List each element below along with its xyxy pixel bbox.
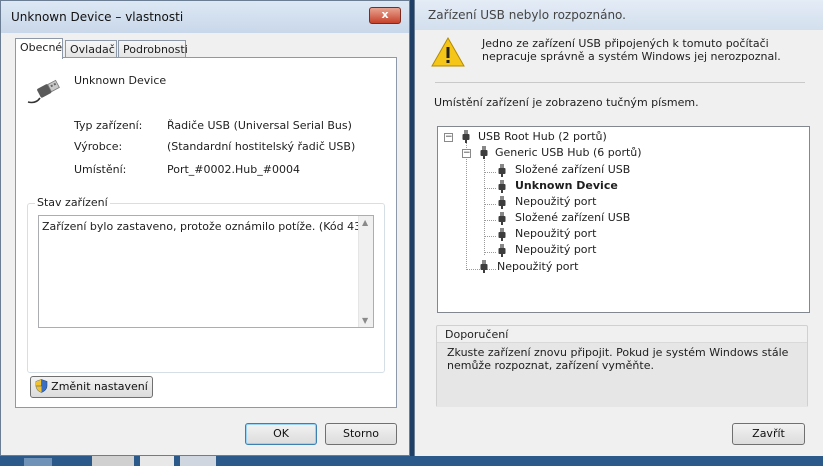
tree-line — [484, 236, 496, 237]
desktop-background — [0, 456, 823, 466]
tree-node-unused-port-1[interactable]: Nepoužitý port — [515, 195, 596, 208]
tree-line — [484, 220, 496, 221]
cancel-button[interactable]: Storno — [325, 423, 397, 445]
prop-value-type: Řadiče USB (Universal Serial Bus) — [167, 119, 352, 132]
title-bar[interactable]: Zařízení USB nebylo rozpoznáno. — [415, 0, 823, 30]
window-title: Unknown Device – vlastnosti — [11, 10, 184, 24]
recommendation-text: Zkuste zařízení znovu připojit. Pokud je… — [447, 346, 789, 372]
prop-value-location: Port_#0002.Hub_#0004 — [167, 163, 300, 176]
tab-details[interactable]: Podrobnosti — [118, 40, 188, 58]
usb-plug-icon — [498, 164, 506, 177]
tree-node-unused-port-2[interactable]: Nepoužitý port — [515, 227, 596, 240]
usb-not-recognized-window: Zařízení USB nebylo rozpoznáno. Jedno ze… — [414, 0, 823, 456]
close-button[interactable]: x — [369, 7, 401, 24]
tree-node-composite-1[interactable]: Složené zařízení USB — [515, 163, 630, 176]
usb-plug-icon — [498, 228, 506, 241]
usb-plug-icon — [498, 180, 506, 193]
tree-node-composite-2[interactable]: Složené zařízení USB — [515, 211, 630, 224]
tree-line — [484, 172, 496, 173]
tree-node-generic-hub[interactable]: Generic USB Hub (6 portů) — [495, 146, 642, 159]
general-panel: Unknown Device Typ zařízení: Řadiče USB … — [15, 57, 397, 408]
status-text: Zařízení bylo zastaveno, protože oznámil… — [42, 220, 366, 233]
collapse-toggle-root-hub[interactable]: − — [444, 133, 453, 142]
tab-driver[interactable]: Ovladač — [65, 40, 117, 58]
taskbar-item[interactable] — [180, 456, 216, 466]
usb-plug-icon — [480, 146, 488, 159]
warning-message: Jedno ze zařízení USB připojených k tomu… — [482, 37, 781, 63]
warning-icon — [431, 36, 465, 67]
usb-plug-icon — [498, 244, 506, 257]
recommendation-caption: Doporučení — [445, 328, 509, 341]
device-name: Unknown Device — [74, 74, 167, 87]
collapse-toggle-generic-hub[interactable]: − — [462, 149, 471, 158]
device-status-group: Stav zařízení Zařízení bylo zastaveno, p… — [27, 196, 385, 373]
separator — [435, 82, 805, 83]
title-bar[interactable]: Unknown Device – vlastnosti x — [1, 1, 409, 33]
tree-node-unused-port-3[interactable]: Nepoužitý port — [515, 243, 596, 256]
usb-plug-icon — [462, 130, 470, 143]
device-status-caption: Stav zařízení — [35, 196, 110, 209]
status-scrollbar[interactable]: ▲ ▼ — [358, 216, 373, 327]
taskbar-item[interactable] — [24, 458, 52, 466]
prop-value-manufacturer: (Standardní hostitelský řadič USB) — [167, 140, 356, 153]
taskbar-item[interactable] — [140, 456, 174, 466]
tree-node-unknown-device[interactable]: Unknown Device — [515, 179, 618, 192]
scroll-down-icon[interactable]: ▼ — [362, 316, 368, 325]
taskbar-item[interactable] — [92, 456, 134, 466]
recommendation-group: Doporučení Zkuste zařízení znovu připoji… — [436, 325, 808, 407]
prop-label-manufacturer: Výrobce: — [74, 140, 123, 153]
status-textbox[interactable]: Zařízení bylo zastaveno, protože oznámil… — [38, 215, 374, 328]
tree-node-root-hub[interactable]: USB Root Hub (2 portů) — [478, 130, 607, 143]
uac-shield-icon — [35, 379, 48, 393]
usb-plug-icon — [498, 212, 506, 225]
tree-node-unused-port-hub[interactable]: Nepoužitý port — [497, 260, 578, 273]
usb-plug-icon — [498, 196, 506, 209]
ok-button[interactable]: OK — [245, 423, 317, 445]
tree-line — [484, 252, 496, 253]
usb-plug-icon — [480, 260, 488, 273]
usb-device-tree[interactable]: − USB Root Hub (2 portů) − Generic USB H… — [437, 126, 810, 313]
tab-general[interactable]: Obecné — [15, 38, 63, 59]
prop-label-location: Umístění: — [74, 163, 127, 176]
tree-line — [484, 188, 496, 189]
window-title: Zařízení USB nebylo rozpoznáno. — [428, 8, 626, 22]
tree-line — [484, 204, 496, 205]
location-hint: Umístění zařízení je zobrazeno tučným pí… — [434, 96, 699, 109]
scroll-up-icon[interactable]: ▲ — [362, 218, 368, 227]
change-settings-label: Změnit nastavení — [51, 380, 148, 393]
prop-label-type: Typ zařízení: — [74, 119, 143, 132]
change-settings-button[interactable]: Změnit nastavení — [30, 376, 153, 398]
usb-plug-icon — [27, 79, 60, 104]
tree-line — [466, 142, 467, 270]
device-properties-window: Unknown Device – vlastnosti x Obecné Ovl… — [0, 0, 410, 456]
close-dialog-button[interactable]: Zavřít — [732, 423, 805, 445]
